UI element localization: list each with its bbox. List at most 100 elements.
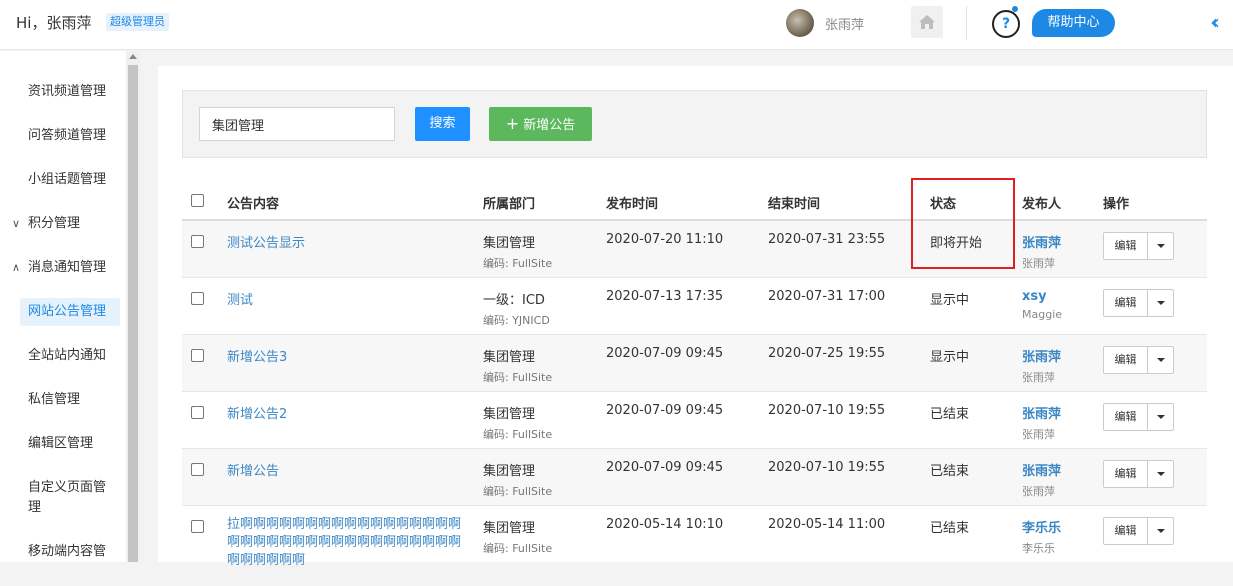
- publisher-name[interactable]: 张雨萍: [1022, 232, 1061, 251]
- search-toolbar: 搜索 +新增公告: [182, 90, 1207, 158]
- announcement-title-link[interactable]: 新增公告3: [227, 346, 287, 365]
- table-row: 新增公告3 集团管理 编码: FullSite 2020-07-09 09:45…: [182, 335, 1207, 392]
- department-code: 编码: FullSite: [483, 542, 553, 555]
- publisher-subname: Maggie: [1022, 308, 1063, 321]
- edit-button[interactable]: 编辑: [1104, 233, 1148, 259]
- department-cell: 集团管理 编码: FullSite: [483, 460, 552, 499]
- publisher-cell: 张雨萍 张雨萍: [1022, 460, 1061, 499]
- announcements-table: 公告内容 所属部门 发布时间 结束时间 状态 发布人 操作 测试公告显示 集团管…: [182, 181, 1207, 586]
- caret-down-icon: [1156, 472, 1165, 476]
- row-checkbox[interactable]: [191, 349, 204, 362]
- end-time: 2020-07-10 19:55: [768, 403, 886, 418]
- publisher-subname: 李乐乐: [1022, 542, 1055, 555]
- department-name: 集团管理: [483, 407, 536, 422]
- sidebar-item-site-notices[interactable]: 全站站内通知: [28, 346, 118, 366]
- status-text: 已结束: [930, 464, 970, 479]
- add-announcement-button[interactable]: + 新增公告: [489, 107, 592, 141]
- search-button[interactable]: 搜索: [415, 107, 470, 141]
- edit-button[interactable]: 编辑: [1104, 290, 1148, 316]
- greeting-text: Hi，张雨萍: [16, 14, 92, 32]
- department-name: 集团管理: [483, 350, 536, 365]
- avatar[interactable]: [786, 9, 814, 37]
- row-checkbox[interactable]: [191, 406, 204, 419]
- publisher-subname: 张雨萍: [1022, 257, 1055, 270]
- sidebar-item-custom-pages[interactable]: 自定义页面管理: [28, 478, 118, 518]
- row-checkbox[interactable]: [191, 292, 204, 305]
- user-name[interactable]: 张雨萍: [825, 14, 864, 33]
- department-code: 编码: FullSite: [483, 371, 553, 384]
- end-time: 2020-07-31 23:55: [768, 232, 886, 247]
- more-actions-dropdown[interactable]: [1148, 518, 1173, 544]
- sidebar-item-mobile-content[interactable]: 移动端内容管: [28, 542, 118, 562]
- sidebar-item-group-topics[interactable]: 小组话题管理: [28, 170, 118, 190]
- header-end-time: 结束时间: [768, 197, 821, 212]
- announcement-title-link[interactable]: 新增公告2: [227, 403, 287, 422]
- table-row: 测试公告显示 集团管理 编码: FullSite 2020-07-20 11:1…: [182, 221, 1207, 278]
- edit-button[interactable]: 编辑: [1104, 404, 1148, 430]
- sidebar-group-points[interactable]: ∨ 积分管理: [12, 214, 80, 234]
- sidebar-item-site-announcements[interactable]: 网站公告管理: [20, 298, 120, 326]
- header-divider: [966, 6, 967, 40]
- department-code: 编码: YJNICD: [483, 314, 550, 327]
- department-name: 集团管理: [483, 464, 536, 479]
- help-center-button[interactable]: 帮助中心: [1032, 9, 1115, 37]
- action-button-group: 编辑: [1103, 289, 1174, 317]
- announcement-title-link[interactable]: 测试公告显示: [227, 232, 305, 251]
- action-button-group: 编辑: [1103, 232, 1174, 260]
- more-actions-dropdown[interactable]: [1148, 404, 1173, 430]
- role-badge: 超级管理员: [106, 13, 169, 31]
- help-dot-icon: [1012, 6, 1018, 12]
- chevron-down-icon: ∨: [12, 217, 21, 230]
- publish-time: 2020-07-09 09:45: [606, 346, 724, 361]
- status-text: 已结束: [930, 521, 970, 536]
- row-checkbox[interactable]: [191, 520, 204, 533]
- sidebar-item-private-messages[interactable]: 私信管理: [28, 390, 118, 410]
- caret-down-icon: [1156, 301, 1165, 305]
- sidebar-scrollbar[interactable]: [126, 51, 140, 562]
- publisher-name[interactable]: xsy: [1022, 289, 1062, 304]
- home-button[interactable]: [911, 6, 943, 38]
- search-input[interactable]: [199, 107, 395, 141]
- publisher-cell: 张雨萍 张雨萍: [1022, 232, 1061, 271]
- end-time: 2020-07-25 19:55: [768, 346, 886, 361]
- help-question-icon[interactable]: ?: [992, 10, 1020, 38]
- sidebar-item-editor-area[interactable]: 编辑区管理: [28, 434, 118, 454]
- end-time: 2020-07-31 17:00: [768, 289, 886, 304]
- more-actions-dropdown[interactable]: [1148, 347, 1173, 373]
- announcement-title-link[interactable]: 测试: [227, 289, 253, 308]
- sidebar-group-notifications[interactable]: ∧ 消息通知管理: [12, 258, 106, 278]
- department-cell: 集团管理 编码: FullSite: [483, 346, 552, 385]
- home-icon: [919, 15, 935, 29]
- collapse-double-chevron-icon[interactable]: ‹‹: [1210, 10, 1220, 34]
- department-cell: 集团管理 编码: FullSite: [483, 232, 552, 271]
- chevron-up-icon: ∧: [12, 261, 21, 274]
- select-all-checkbox[interactable]: [191, 194, 204, 207]
- publisher-cell: 张雨萍 张雨萍: [1022, 346, 1061, 385]
- more-actions-dropdown[interactable]: [1148, 290, 1173, 316]
- publisher-name[interactable]: 张雨萍: [1022, 403, 1061, 422]
- edit-button[interactable]: 编辑: [1104, 347, 1148, 373]
- action-button-group: 编辑: [1103, 517, 1174, 545]
- announcement-title-link[interactable]: 新增公告: [227, 460, 279, 479]
- scroll-up-arrow-icon[interactable]: [129, 54, 137, 59]
- row-checkbox[interactable]: [191, 463, 204, 476]
- plus-icon: +: [505, 114, 520, 133]
- sidebar-item-news-channel[interactable]: 资讯频道管理: [28, 82, 118, 102]
- scrollbar-thumb[interactable]: [128, 65, 138, 562]
- publisher-name[interactable]: 李乐乐: [1022, 517, 1061, 536]
- more-actions-dropdown[interactable]: [1148, 461, 1173, 487]
- status-text: 已结束: [930, 407, 970, 422]
- end-time: 2020-05-14 11:00: [768, 517, 886, 532]
- publisher-name[interactable]: 张雨萍: [1022, 460, 1061, 479]
- table-row: 拉啊啊啊啊啊啊啊啊啊啊啊啊啊啊啊啊啊啊啊啊啊啊啊啊啊啊啊啊啊啊啊啊啊啊啊啊啊啊啊…: [182, 506, 1207, 586]
- more-actions-dropdown[interactable]: [1148, 233, 1173, 259]
- status-highlight-annotation: [911, 178, 1015, 269]
- publisher-name[interactable]: 张雨萍: [1022, 346, 1061, 365]
- edit-button[interactable]: 编辑: [1104, 461, 1148, 487]
- caret-down-icon: [1156, 244, 1165, 248]
- sidebar-item-qa-channel[interactable]: 问答频道管理: [28, 126, 118, 146]
- publisher-subname: 张雨萍: [1022, 371, 1055, 384]
- main-panel: 搜索 +新增公告 公告内容 所属部门 发布时间 结束时间 状态 发布人 操作 测…: [158, 66, 1233, 568]
- edit-button[interactable]: 编辑: [1104, 518, 1148, 544]
- row-checkbox[interactable]: [191, 235, 204, 248]
